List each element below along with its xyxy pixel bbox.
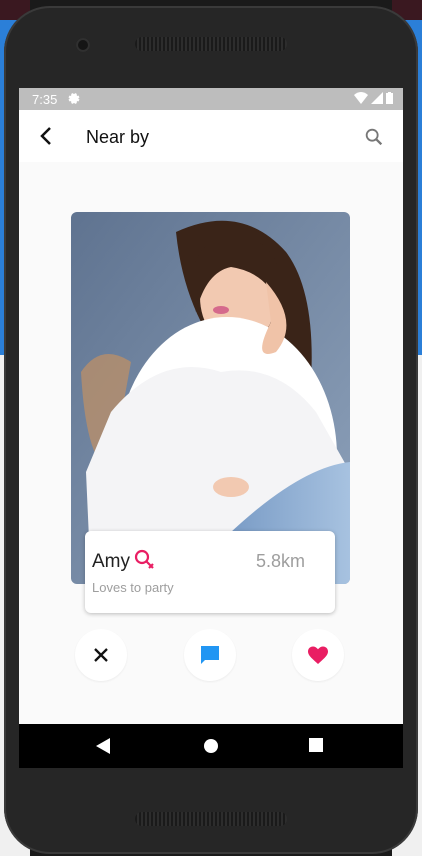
nav-recents-icon[interactable] (309, 738, 323, 752)
back-arrow-icon[interactable] (35, 124, 59, 148)
profile-info-card: Amy 5.8km Loves to party (85, 531, 335, 613)
status-time: 7:35 (32, 92, 58, 107)
female-icon (134, 549, 154, 569)
signal-icon (371, 92, 383, 104)
nav-back-icon[interactable] (96, 738, 110, 754)
chat-button[interactable] (184, 629, 236, 681)
profile-photo[interactable] (71, 212, 350, 584)
chat-icon (201, 646, 219, 664)
app-bar: Near by (19, 110, 403, 162)
battery-icon (386, 92, 393, 104)
system-icons (354, 92, 393, 104)
page-title: Near by (86, 127, 150, 147)
like-button[interactable] (292, 629, 344, 681)
top-speaker (135, 37, 287, 51)
wifi-icon (354, 92, 368, 104)
front-camera (76, 38, 90, 52)
profile-status: Loves to party (92, 580, 174, 595)
phone-frame: 7:35 Near by Amy 5.8km Loves to party (4, 6, 418, 854)
screen: 7:35 Near by Amy 5.8km Loves to party (19, 88, 403, 768)
nav-home-icon[interactable] (203, 738, 219, 754)
search-icon[interactable] (363, 126, 385, 148)
status-bar: 7:35 (19, 88, 403, 110)
dislike-button[interactable] (75, 629, 127, 681)
android-nav-bar (19, 724, 403, 768)
heart-icon (308, 646, 328, 664)
settings-icon (68, 92, 80, 107)
close-icon (94, 648, 108, 662)
bottom-speaker (135, 812, 287, 826)
profile-name: Amy (92, 551, 130, 572)
profile-distance: 5.8km (255, 551, 305, 571)
